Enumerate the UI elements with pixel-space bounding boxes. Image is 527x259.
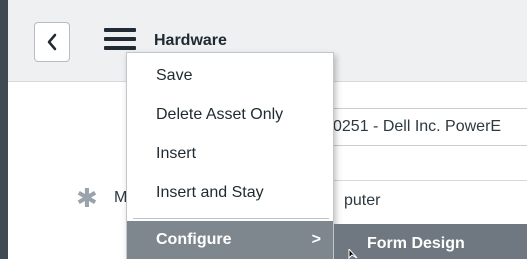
menu-item-insert[interactable]: Insert bbox=[127, 135, 333, 173]
submenu-item-form-design[interactable]: Form Design bbox=[334, 224, 527, 259]
mouse-cursor-icon bbox=[348, 249, 358, 259]
menu-item-configure[interactable]: Configure > bbox=[127, 221, 333, 259]
back-button[interactable] bbox=[34, 22, 70, 62]
required-field-input[interactable]: puter bbox=[326, 180, 527, 218]
asterisk-icon: ✱ bbox=[76, 183, 98, 213]
asset-field[interactable]: 0251 - Dell Inc. PowerE bbox=[326, 108, 527, 146]
menu-item-label: Insert and Stay bbox=[156, 184, 264, 201]
context-menu: Save Delete Asset Only Insert Insert and… bbox=[126, 52, 334, 259]
menu-item-label: Delete Asset Only bbox=[156, 106, 284, 123]
menu-divider bbox=[133, 218, 329, 219]
menu-item-delete-asset-only[interactable]: Delete Asset Only bbox=[127, 96, 333, 134]
menu-item-label: Configure bbox=[156, 231, 232, 248]
configure-submenu: Form Design bbox=[334, 224, 527, 259]
hamburger-menu-icon[interactable] bbox=[104, 28, 138, 54]
page-title: Hardware bbox=[154, 32, 227, 49]
chevron-left-icon bbox=[47, 33, 57, 51]
menu-item-insert-and-stay[interactable]: Insert and Stay bbox=[127, 174, 333, 212]
chevron-right-icon: > bbox=[311, 231, 321, 248]
left-edge-bar bbox=[0, 0, 8, 259]
menu-item-label: Save bbox=[156, 67, 193, 84]
menu-item-save[interactable]: Save bbox=[127, 57, 333, 95]
menu-item-label: Insert bbox=[156, 145, 197, 162]
submenu-item-label: Form Design bbox=[367, 235, 465, 252]
